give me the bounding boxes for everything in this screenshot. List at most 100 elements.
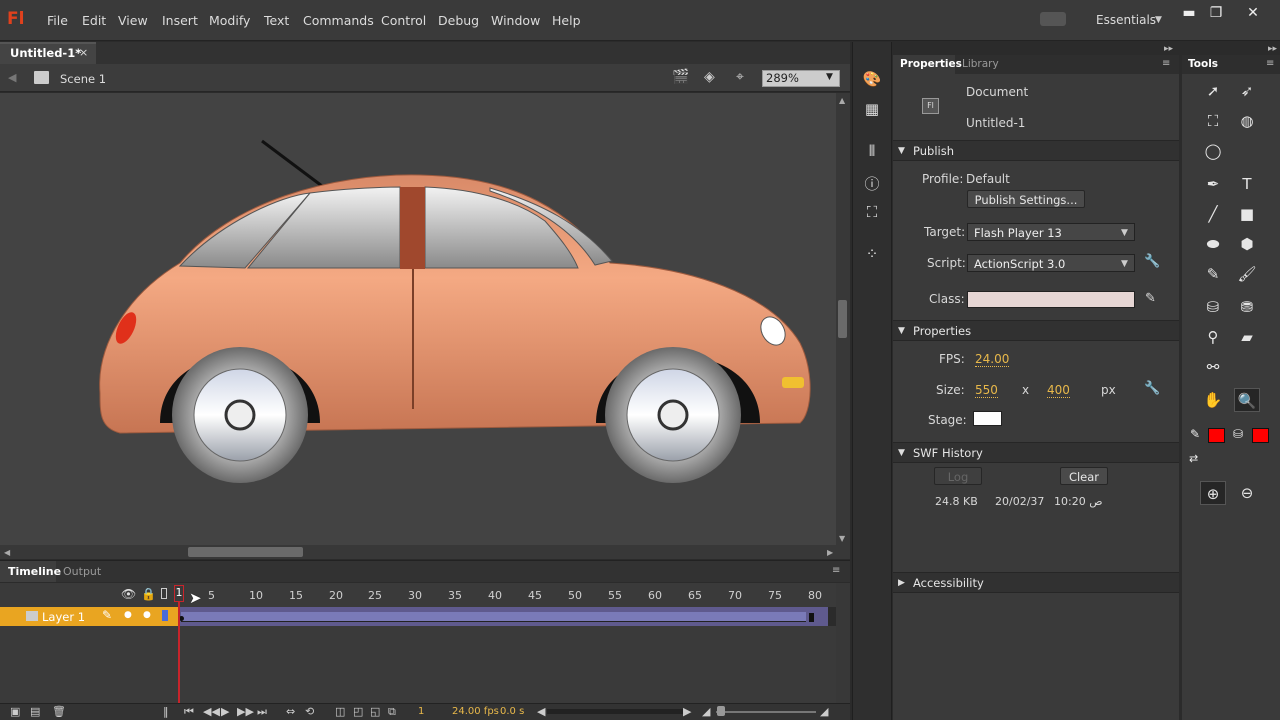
lock-icon[interactable]: 🔒	[141, 587, 156, 601]
publish-settings-button[interactable]: Publish Settings...	[967, 190, 1085, 208]
swf-history-section-label[interactable]: SWF History	[913, 446, 983, 460]
panel-menu-icon[interactable]: ≡	[1162, 58, 1170, 69]
timeline-zoom-slider[interactable]	[716, 711, 816, 713]
current-frame-value[interactable]: 1	[418, 706, 424, 717]
hand-tool-icon[interactable]: ✋	[1200, 388, 1226, 412]
menu-text[interactable]: Text	[264, 13, 289, 28]
scroll-left-icon[interactable]: ◀	[4, 548, 10, 557]
scroll-left-icon[interactable]: ◀	[537, 705, 545, 718]
delete-layer-icon[interactable]: 🗑	[52, 705, 66, 718]
back-arrow-icon[interactable]: ◀	[8, 71, 16, 84]
scroll-right-icon[interactable]: ▶	[827, 548, 833, 557]
caret-down-icon[interactable]: ▼	[898, 146, 905, 156]
timeline-scrollbar[interactable]	[547, 709, 683, 714]
pen-tool-icon[interactable]: ✒	[1200, 172, 1226, 196]
new-layer-icon[interactable]: ▣	[10, 705, 20, 718]
scroll-up-icon[interactable]: ▲	[839, 96, 845, 105]
oval-tool-icon[interactable]: ⬬	[1200, 232, 1226, 256]
stage-horizontal-scrollbar[interactable]	[0, 545, 850, 559]
outline-icon[interactable]	[161, 588, 167, 599]
selection-tool-icon[interactable]: ➚	[1200, 79, 1226, 103]
document-settings-wrench-icon[interactable]: 🔧	[1144, 381, 1160, 396]
accessibility-section-label[interactable]: Accessibility	[913, 576, 984, 590]
vertical-scroll-thumb[interactable]	[838, 300, 847, 338]
class-input[interactable]	[967, 291, 1135, 308]
scroll-right-icon[interactable]: ▶	[683, 705, 691, 718]
loop-playback-icon[interactable]: ⟲	[305, 705, 314, 718]
panel-menu-icon[interactable]: ≡	[832, 565, 840, 576]
free-transform-tool-icon[interactable]: ⛶	[1200, 109, 1226, 133]
prev-frame-icon[interactable]: ◀◀	[203, 705, 220, 718]
menu-control[interactable]: Control	[381, 13, 426, 28]
eraser-tool-icon[interactable]: ▰	[1234, 325, 1260, 349]
last-frame-icon[interactable]: ⏭	[257, 705, 267, 719]
zoom-tool-icon[interactable]: 🔍	[1234, 388, 1260, 412]
clear-button[interactable]: Clear	[1060, 467, 1108, 485]
fill-color-swatch[interactable]	[1252, 428, 1269, 443]
transform-icon[interactable]: ⛶	[862, 203, 882, 223]
scroll-down-icon[interactable]: ▼	[839, 534, 845, 543]
polystar-tool-icon[interactable]: ⬢	[1234, 232, 1260, 256]
swatches-icon[interactable]: ▦	[862, 100, 882, 120]
minimize-button[interactable]: ▬	[1176, 5, 1202, 23]
bone-tool-icon[interactable]: ⚯	[1200, 355, 1226, 379]
subselection-tool-icon[interactable]: ➶	[1234, 79, 1260, 103]
menu-commands[interactable]: Commands	[303, 13, 374, 28]
swap-colors-icon[interactable]: ⇄	[1189, 452, 1198, 465]
chevron-down-icon[interactable]: ▼	[1121, 259, 1128, 269]
horizontal-scroll-thumb[interactable]	[188, 547, 303, 557]
playhead[interactable]	[178, 585, 180, 705]
car-artwork[interactable]	[0, 93, 836, 545]
menu-view[interactable]: View	[118, 13, 148, 28]
playhead-handle[interactable]: 1	[174, 585, 184, 602]
expand-panel-icon[interactable]: ▸▸	[1164, 44, 1173, 54]
new-folder-icon[interactable]: ▤	[30, 705, 40, 718]
script-settings-wrench-icon[interactable]: 🔧	[1144, 254, 1160, 269]
close-tab-icon[interactable]: ×	[79, 46, 88, 59]
align-icon[interactable]: ⫴	[862, 142, 882, 162]
menu-debug[interactable]: Debug	[438, 13, 479, 28]
line-tool-icon[interactable]: ╱	[1200, 202, 1226, 226]
log-button[interactable]: Log	[934, 467, 982, 485]
center-frame-icon[interactable]: ◫	[335, 705, 345, 718]
caret-down-icon[interactable]: ▼	[898, 448, 905, 458]
fps-value[interactable]: 24.00 fps	[452, 706, 499, 717]
workspace-switcher[interactable]: Essentials	[1096, 13, 1156, 27]
timeline-vertical-scrollbar[interactable]	[836, 583, 850, 703]
chevron-down-icon[interactable]: ▼	[826, 72, 833, 82]
tab-output[interactable]: Output	[63, 565, 101, 578]
document-tab-label[interactable]: Untitled-1*	[10, 46, 81, 60]
caret-right-icon[interactable]: ▶	[898, 578, 905, 588]
tab-library[interactable]: Library	[962, 58, 999, 70]
components-icon[interactable]: ⁘	[862, 245, 882, 265]
end-frame[interactable]	[809, 613, 814, 622]
caret-down-icon[interactable]: ▼	[898, 326, 905, 336]
center-stage-icon[interactable]: ⌖	[736, 69, 744, 85]
panel-menu-icon[interactable]: ≡	[1266, 58, 1274, 69]
ink-bottle-tool-icon[interactable]: ⛃	[1234, 295, 1260, 319]
stage-color-swatch[interactable]	[973, 411, 1002, 426]
color-palette-icon[interactable]: 🎨	[862, 70, 882, 90]
zoom-large-icon[interactable]: ◢	[820, 705, 828, 718]
eyedropper-tool-icon[interactable]: ⚲	[1200, 325, 1226, 349]
next-frame-icon[interactable]: ▶▶	[237, 705, 254, 718]
menu-file[interactable]: File	[47, 13, 68, 28]
3d-rotation-tool-icon[interactable]: ◍	[1234, 109, 1260, 133]
menu-insert[interactable]: Insert	[162, 13, 198, 28]
tab-properties-label[interactable]: Properties	[900, 58, 962, 70]
menu-modify[interactable]: Modify	[209, 13, 250, 28]
loop-icon[interactable]: ⇔	[286, 705, 295, 718]
menu-help[interactable]: Help	[552, 13, 581, 28]
target-select[interactable]: Flash Player 13	[967, 223, 1135, 241]
stroke-color-swatch[interactable]	[1208, 428, 1225, 443]
pencil-tool-icon[interactable]: ✎	[1200, 262, 1226, 286]
tab-timeline-label[interactable]: Timeline	[8, 565, 61, 578]
zoom-small-icon[interactable]: ◢	[702, 705, 710, 718]
onion-skin-icon[interactable]: ◰	[353, 705, 363, 718]
info-icon[interactable]: ⓘ	[862, 173, 882, 193]
play-icon[interactable]: ▶	[221, 705, 229, 718]
stage-canvas[interactable]	[0, 93, 836, 545]
frame-span[interactable]	[181, 612, 806, 622]
chevron-down-icon[interactable]: ▼	[1121, 228, 1128, 238]
brush-tool-icon[interactable]: 🖌	[1234, 262, 1260, 286]
